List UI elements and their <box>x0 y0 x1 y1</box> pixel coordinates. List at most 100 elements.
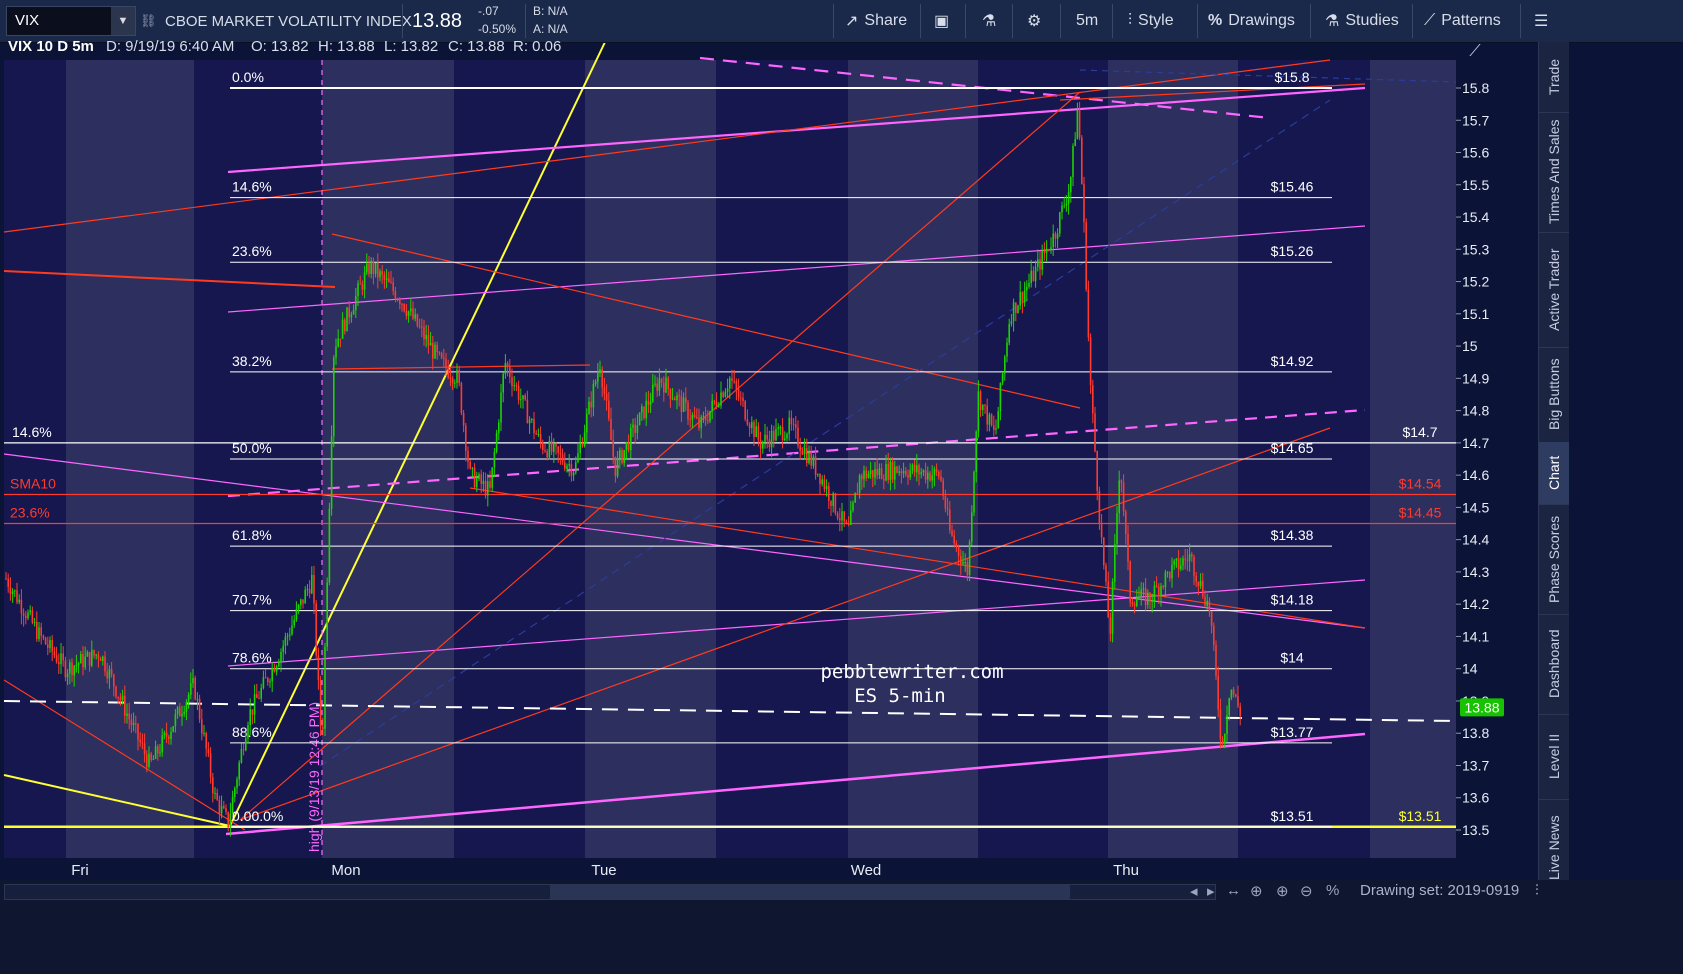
candle-body <box>1232 689 1235 695</box>
candle-body <box>652 384 654 402</box>
candle-body <box>1092 385 1094 414</box>
candle-body <box>1096 451 1098 491</box>
candle-body <box>16 590 18 603</box>
candle-body <box>128 713 130 720</box>
candle-body <box>137 723 139 740</box>
candle-body <box>1213 625 1215 646</box>
candle-body <box>1125 511 1127 535</box>
candle-body <box>616 458 619 477</box>
side-tab-chart[interactable]: Chart <box>1539 442 1569 505</box>
zoom-out-icon[interactable]: ⊖ <box>1300 882 1313 900</box>
side-tab-times-and-sales[interactable]: Times And Sales <box>1539 112 1569 233</box>
candle-body <box>883 479 885 481</box>
scrollbar-thumb[interactable] <box>550 885 1070 899</box>
candle-body <box>414 314 416 319</box>
candle-body <box>744 401 746 420</box>
candle-body <box>1230 689 1233 699</box>
x-tick-label: Tue <box>591 862 616 879</box>
chart-settings-icon[interactable]: ▣ <box>934 0 949 42</box>
patterns-button[interactable]: ⟋ Patterns <box>1424 0 1501 42</box>
scroll-right-icon[interactable]: ▸ <box>1207 882 1215 900</box>
candle-body <box>718 405 720 407</box>
candle-body <box>25 615 27 619</box>
side-tab-active-trader[interactable]: Active Trader <box>1539 232 1569 348</box>
candle-body <box>570 464 573 476</box>
candle-body <box>359 283 361 285</box>
candle-body <box>55 655 58 663</box>
chart-icon[interactable]: ⫶ <box>1535 882 1539 899</box>
interval-selector[interactable]: 5m <box>1076 0 1098 42</box>
candle-body <box>658 378 661 391</box>
side-tab-big-buttons[interactable]: Big Buttons <box>1539 347 1569 443</box>
side-tab-level-ii[interactable]: Level II <box>1539 714 1569 800</box>
candle-body <box>374 262 377 274</box>
candle-body <box>1219 709 1222 739</box>
fib-pct-label: 50.0% <box>232 440 272 456</box>
side-tab-phase-scores[interactable]: Phase Scores <box>1539 504 1569 615</box>
share-button[interactable]: ↗ Share <box>845 0 907 42</box>
chart-scrollbar[interactable] <box>4 884 1216 900</box>
candle-body <box>1028 283 1030 287</box>
candle-body <box>236 779 238 789</box>
candle-body <box>49 640 51 648</box>
candle-body <box>755 426 757 438</box>
side-tab-dashboard[interactable]: Dashboard <box>1539 614 1569 715</box>
style-button[interactable]: ⫶ Style <box>1128 0 1174 42</box>
percent-icon[interactable]: % <box>1326 882 1339 899</box>
chevron-down-icon[interactable]: ▼ <box>111 7 135 35</box>
chart-title: VIX 10 D 5m <box>8 38 94 55</box>
gear-icon[interactable]: ⚙ <box>1027 0 1041 42</box>
candle-body <box>130 719 133 726</box>
candle-body <box>885 463 887 481</box>
scroll-left-icon[interactable]: ◂ <box>1190 882 1198 900</box>
side-tab-trade[interactable]: Trade <box>1539 42 1569 113</box>
candle-body <box>678 395 680 397</box>
candle-body <box>1208 600 1211 612</box>
candle-body <box>168 736 170 740</box>
pan-icon[interactable]: ↔ <box>1226 882 1241 899</box>
link-icon[interactable]: ⛓ <box>140 0 157 42</box>
candle-body <box>1019 292 1021 306</box>
candle-body <box>399 300 401 304</box>
zoom-in-icon[interactable]: ⊕ <box>1276 882 1289 900</box>
candle-body <box>1004 356 1006 374</box>
candle-body <box>674 398 676 401</box>
candle-body <box>542 442 544 451</box>
menu-icon[interactable]: ☰ <box>1534 0 1548 42</box>
bar-date: D: 9/19/19 6:40 AM <box>106 38 235 55</box>
x-tick-label: Thu <box>1113 862 1139 879</box>
y-tick-label: 15.8 <box>1462 80 1489 96</box>
y-tick-label: 13.6 <box>1462 790 1489 806</box>
flask-icon: ⚗ <box>1325 13 1340 30</box>
flask-icon[interactable]: ⚗ <box>982 0 996 42</box>
candle-body <box>977 391 980 432</box>
fib-pct-label: 14.6% <box>232 179 272 195</box>
drawings-button[interactable]: % Drawings <box>1208 0 1295 42</box>
candle-body <box>240 749 243 763</box>
candle-body <box>1177 558 1180 570</box>
candle-body <box>456 369 458 383</box>
candle-body <box>1173 560 1175 565</box>
studies-button[interactable]: ⚗ Studies <box>1325 0 1399 42</box>
y-tick-label: 14.7 <box>1462 435 1489 451</box>
candle-body <box>1039 259 1041 270</box>
candle-body <box>418 326 421 328</box>
level-value-label: $13.51 <box>1399 808 1442 824</box>
candle-body <box>797 427 799 446</box>
candle-body <box>1197 581 1200 587</box>
y-tick-label: 14.8 <box>1462 403 1489 419</box>
candle-body <box>436 344 438 353</box>
candle-body <box>1021 292 1024 303</box>
crosshair-icon[interactable]: ⊕ <box>1250 882 1263 900</box>
candle-body <box>489 481 491 488</box>
candle-body <box>907 474 909 478</box>
candle-body <box>493 451 496 468</box>
candle-body <box>707 420 709 422</box>
symbol-input[interactable]: VIX ▼ <box>6 6 136 36</box>
candle-body <box>693 415 696 418</box>
candle-body <box>143 743 146 755</box>
price-chart[interactable]: 13.513.613.713.813.91414.114.214.314.414… <box>0 0 1683 974</box>
y-tick-label: 14.9 <box>1462 370 1489 386</box>
last-price: 13.88 <box>412 9 463 32</box>
candle-body <box>99 658 102 661</box>
